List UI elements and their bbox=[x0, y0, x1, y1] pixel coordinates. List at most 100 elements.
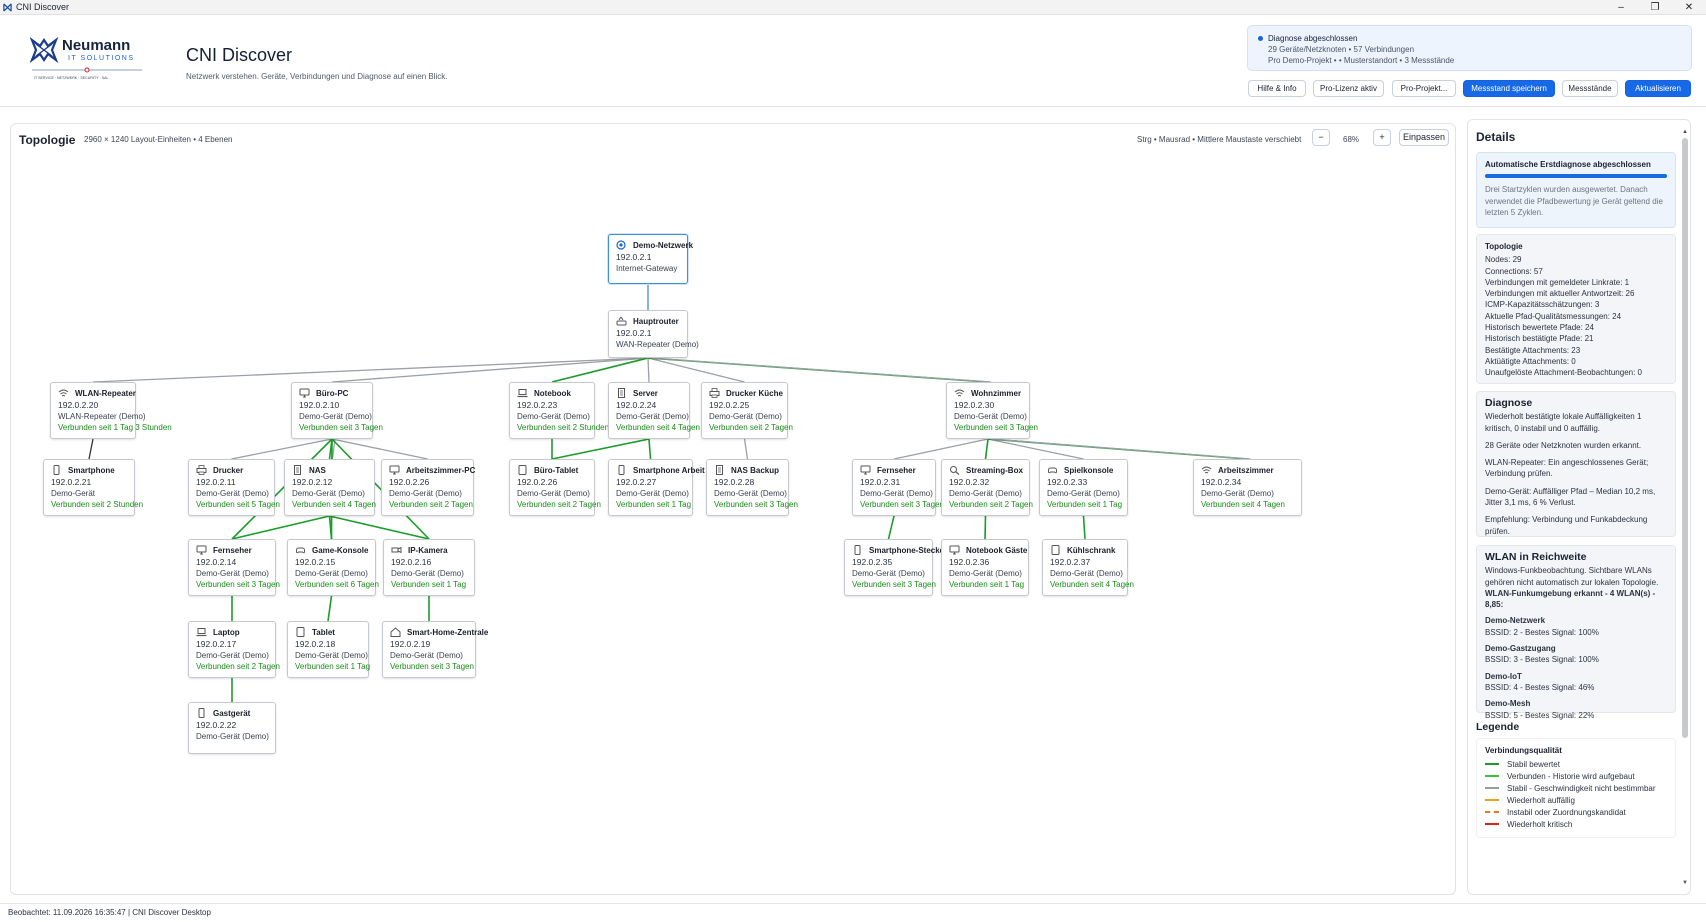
node-status: Verbunden seit 2 Stunden bbox=[517, 423, 610, 432]
topology-panel: Topologie 2960 × 1240 Layout-Einheiten •… bbox=[10, 123, 1456, 895]
project-button[interactable]: Pro-Projekt... bbox=[1392, 80, 1456, 97]
snapshots-button[interactable]: Messstände bbox=[1562, 80, 1618, 97]
node-status: Verbunden seit 1 Tag bbox=[616, 500, 692, 509]
node-ipcam[interactable]: IP-Kamera 192.0.2.16 Demo-Gerät (Demo) Verb… bbox=[383, 539, 475, 596]
window-title: CNI Discover bbox=[16, 2, 70, 12]
link-router-wohn bbox=[650, 357, 992, 383]
node-gw[interactable]: Demo-Netzwerk 192.0.2.1 Internet-Gateway bbox=[608, 234, 693, 284]
node-nbgaeste[interactable]: Notebook Gäste 192.0.2.36 Demo-Gerät (Demo… bbox=[941, 539, 1029, 596]
node-buerotab[interactable]: Büro-Tablet 192.0.2.26 Demo-Gerät (Demo) Ve… bbox=[509, 459, 601, 516]
monitor-icon bbox=[949, 545, 960, 555]
help-button[interactable]: Hilfe & Info bbox=[1248, 80, 1306, 97]
node-status: Verbunden seit 4 Tagen bbox=[1050, 580, 1134, 589]
node-title: Wohnzimmer bbox=[971, 388, 1022, 398]
node-router[interactable]: Hauptrouter 192.0.2.1 WAN-Repeater (Demo) bbox=[608, 310, 699, 358]
wlan-name: Demo-Mesh bbox=[1485, 699, 1531, 709]
node-tablet[interactable]: Tablet 192.0.2.18 Demo-Gerät (Demo) Verbund… bbox=[287, 621, 370, 678]
link-server-buerotab bbox=[551, 438, 650, 460]
legend-label: Stabil bewertet bbox=[1507, 759, 1560, 769]
node-title: Smartphone bbox=[68, 465, 115, 475]
status-project: Pro Demo-Projekt • • Musterstandort • 3 … bbox=[1268, 56, 1455, 65]
node-spsteck[interactable]: Smartphone-Steckdose 192.0.2.35 Demo-Gerät… bbox=[844, 539, 958, 596]
node-sparbeit[interactable]: Smartphone Arbeit 192.0.2.27 Demo-Gerät (D… bbox=[608, 459, 705, 516]
phone-icon bbox=[854, 545, 861, 555]
node-fern2[interactable]: Fernseher 192.0.2.14 Demo-Gerät (Demo) Verb… bbox=[188, 539, 280, 596]
diagnosis-status: Diagnose abgeschlossen 29 Geräte/Netzkno… bbox=[1247, 25, 1692, 71]
status-bar: Beobachtet: 11.09.2026 16:35:47 | CNI Di… bbox=[0, 903, 1706, 922]
details-scrollbar[interactable] bbox=[1682, 138, 1688, 738]
node-notebook[interactable]: Notebook 192.0.2.23 Demo-Gerät (Demo) Verbu… bbox=[509, 382, 610, 439]
node-ip: 192.0.2.30 bbox=[954, 400, 995, 410]
link-buero-drucker bbox=[231, 438, 333, 460]
node-arbpc[interactable]: Arbeitszimmer-PC 192.0.2.26 Demo-Gerät (De… bbox=[381, 459, 475, 516]
window-titlebar: CNI Discover – ❐ ✕ bbox=[0, 0, 1706, 15]
node-buero[interactable]: Büro-PC 192.0.2.10 Demo-Gerät (Demo) Verbun… bbox=[291, 382, 383, 439]
node-laptop[interactable]: Laptop 192.0.2.17 Demo-Gerät (Demo) Verbund… bbox=[188, 621, 280, 678]
minimize-button[interactable]: – bbox=[1604, 0, 1638, 15]
node-druckk[interactable]: Drucker Küche 192.0.2.25 Demo-Gerät (Demo)… bbox=[701, 382, 793, 439]
node-title: NAS bbox=[309, 465, 326, 475]
node-status: Verbunden seit 1 Tag 3 Stunden bbox=[58, 423, 172, 432]
link-nas-ipcam bbox=[329, 515, 430, 540]
node-nas[interactable]: NAS 192.0.2.12 Demo-Gerät (Demo) Verbunden … bbox=[284, 459, 376, 516]
node-kuehl[interactable]: Kühlschrank 192.0.2.37 Demo-Gerät (Demo) Ve… bbox=[1042, 539, 1134, 596]
node-ip: 192.0.2.1 bbox=[616, 328, 652, 338]
topology-stat: Historisch bewertete Pfade: 24 bbox=[1485, 323, 1594, 333]
node-role: Demo-Gerät (Demo) bbox=[389, 489, 462, 498]
node-stream[interactable]: Streaming-Box 192.0.2.32 Demo-Gerät (Demo)… bbox=[941, 459, 1033, 516]
scroll-up-icon[interactable]: ▲ bbox=[1682, 129, 1688, 135]
node-wohn[interactable]: Wohnzimmer 192.0.2.30 Demo-Gerät (Demo) Ver… bbox=[946, 382, 1038, 439]
close-button[interactable]: ✕ bbox=[1672, 0, 1706, 15]
node-smarthome[interactable]: Smart-Home-Zentrale 192.0.2.19 Demo-Gerät … bbox=[382, 621, 488, 678]
topology-stat: Nodes: 29 bbox=[1485, 255, 1522, 265]
wlan-name: Demo-IoT bbox=[1485, 671, 1522, 681]
laptop-icon bbox=[196, 628, 207, 637]
node-title: Notebook bbox=[534, 388, 571, 398]
node-status: Verbunden seit 2 Stunden bbox=[51, 500, 144, 509]
node-status: Verbunden seit 2 Tagen bbox=[389, 500, 473, 509]
node-role: Demo-Gerät (Demo) bbox=[295, 651, 368, 660]
restore-button[interactable]: ❐ bbox=[1638, 0, 1672, 15]
node-role: Internet-Gateway bbox=[616, 264, 678, 273]
node-status: Verbunden seit 3 Tagen bbox=[299, 423, 383, 432]
save-snapshot-button[interactable]: Messstand speichern bbox=[1463, 80, 1555, 97]
legend-item: Stabil bewertet bbox=[1485, 758, 1667, 770]
link-game-tablet bbox=[327, 595, 333, 622]
topology-stat: Verbindungen mit gemeldeter Linkrate: 1 bbox=[1485, 277, 1630, 287]
node-title: Arbeitszimmer bbox=[1218, 465, 1274, 475]
wlan-info: BSSID: 5 - Bestes Signal: 22% bbox=[1485, 710, 1595, 720]
node-spiel[interactable]: Spielkonsole 192.0.2.33 Demo-Gerät (Demo) V… bbox=[1039, 459, 1128, 516]
link-wohn-fern1 bbox=[893, 438, 989, 460]
node-ip: 192.0.2.35 bbox=[852, 557, 893, 567]
tablet-icon bbox=[518, 465, 527, 475]
node-title: Smart-Home-Zentrale bbox=[407, 627, 489, 637]
gamepad-icon bbox=[295, 547, 306, 554]
node-status: Verbunden seit 2 Tagen bbox=[196, 662, 280, 671]
node-role: Demo-Gerät (Demo) bbox=[196, 489, 269, 498]
topology-summary-title: Topologie bbox=[1485, 242, 1523, 251]
diagnose-paragraph: Demo-Gerät: Auffälliger Pfad – Median 10… bbox=[1485, 486, 1656, 508]
node-title: Fernseher bbox=[213, 545, 252, 555]
node-drucker[interactable]: Drucker 192.0.2.11 Demo-Gerät (Demo) Verbun… bbox=[188, 459, 280, 516]
node-title: Fernseher bbox=[877, 465, 916, 475]
node-fern1[interactable]: Fernseher 192.0.2.31 Demo-Gerät (Demo) Verb… bbox=[852, 459, 944, 516]
scroll-down-icon[interactable]: ▼ bbox=[1682, 880, 1688, 886]
node-role: Demo-Gerät (Demo) bbox=[1201, 489, 1274, 498]
node-title: Notebook Gäste bbox=[966, 545, 1028, 555]
legend-item: Verbunden - Historie wird aufgebaut bbox=[1485, 770, 1667, 782]
node-role: Demo-Gerät (Demo) bbox=[517, 489, 590, 498]
node-nasb[interactable]: NAS Backup 192.0.2.28 Demo-Gerät (Demo) Ver… bbox=[706, 459, 798, 516]
node-wlanrep[interactable]: WLAN-Repeater 192.0.2.20 WLAN-Repeater (De… bbox=[50, 382, 172, 439]
legend-item: Stabil - Geschwindigkeit nicht bestimmba… bbox=[1485, 782, 1667, 794]
license-button[interactable]: Pro-Lizenz aktiv bbox=[1313, 80, 1384, 97]
node-title: Streaming-Box bbox=[966, 465, 1023, 475]
node-server[interactable]: Server 192.0.2.24 Demo-Gerät (Demo) Verbund… bbox=[608, 382, 700, 439]
diagnosis-progress-bar bbox=[1485, 174, 1667, 179]
node-title: Laptop bbox=[213, 627, 240, 637]
node-arbz[interactable]: Arbeitszimmer 192.0.2.34 Demo-Gerät (Demo)… bbox=[1193, 459, 1302, 516]
node-game[interactable]: Game-Konsole 192.0.2.15 Demo-Gerät (Demo) V… bbox=[287, 539, 379, 596]
refresh-button[interactable]: Aktualisieren bbox=[1625, 80, 1691, 97]
node-role: Demo-Gerät (Demo) bbox=[860, 489, 933, 498]
node-gast[interactable]: Gastgerät 192.0.2.22 Demo-Gerät (Demo) bbox=[188, 702, 276, 754]
node-smartphone[interactable]: Smartphone 192.0.2.21 Demo-Gerät Verbunden … bbox=[43, 459, 144, 516]
